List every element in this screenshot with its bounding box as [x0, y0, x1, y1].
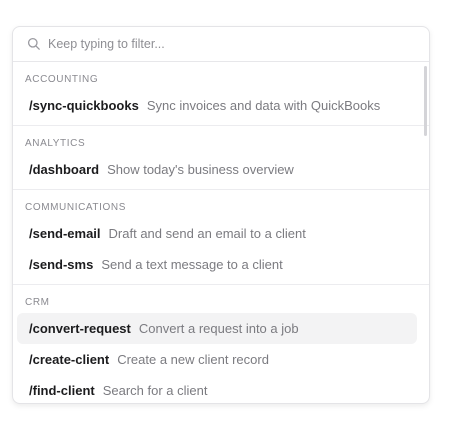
group-communications: COMMUNICATIONS /send-email Draft and sen…	[13, 190, 429, 285]
command-description: Show today's business overview	[107, 162, 294, 177]
group-label: ACCOUNTING	[25, 74, 99, 85]
command-item-send-sms[interactable]: /send-sms Send a text message to a clien…	[17, 249, 417, 280]
command-item-dashboard[interactable]: /dashboard Show today's business overvie…	[17, 154, 417, 185]
command-description: Create a new client record	[117, 352, 269, 367]
command-description: Search for a client	[102, 383, 208, 398]
group-analytics: ANALYTICS /dashboard Show today's busine…	[13, 126, 429, 190]
command-item-find-client[interactable]: /find-client Search for a client	[17, 375, 417, 403]
command-name: /send-sms	[29, 257, 94, 272]
command-description: Convert a request into a job	[138, 321, 299, 336]
command-name: /sync-quickbooks	[29, 98, 139, 113]
command-description: Send a text message to a client	[101, 257, 283, 272]
search-bar	[13, 27, 429, 62]
group-label: ANALYTICS	[25, 138, 86, 149]
command-name: /dashboard	[29, 162, 100, 177]
search-input[interactable]	[48, 37, 429, 51]
command-name: /create-client	[29, 352, 110, 367]
command-description: Draft and send an email to a client	[108, 226, 306, 241]
group-accounting: ACCOUNTING /sync-quickbooks Sync invoice…	[13, 62, 429, 126]
search-icon	[27, 37, 41, 51]
command-name: /convert-request	[29, 321, 131, 336]
command-name: /find-client	[29, 383, 95, 398]
scrollbar[interactable]	[424, 66, 427, 136]
command-item-create-client[interactable]: /create-client Create a new client recor…	[17, 344, 417, 375]
command-item-convert-request[interactable]: /convert-request Convert a request into …	[17, 313, 417, 344]
group-crm: CRM /convert-request Convert a request i…	[13, 285, 429, 403]
group-label: CRM	[25, 297, 50, 308]
group-label: COMMUNICATIONS	[25, 202, 126, 213]
command-palette: ACCOUNTING /sync-quickbooks Sync invoice…	[12, 26, 430, 404]
command-item-sync-quickbooks[interactable]: /sync-quickbooks Sync invoices and data …	[17, 90, 417, 121]
command-item-send-email[interactable]: /send-email Draft and send an email to a…	[17, 218, 417, 249]
command-name: /send-email	[29, 226, 101, 241]
command-list[interactable]: ACCOUNTING /sync-quickbooks Sync invoice…	[13, 62, 429, 403]
command-description: Sync invoices and data with QuickBooks	[146, 98, 381, 113]
